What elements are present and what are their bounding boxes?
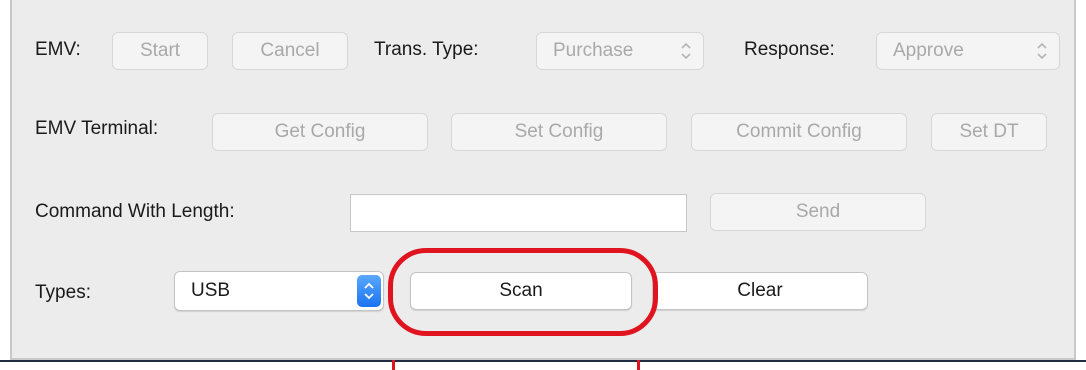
types-label: Types: [35,282,91,303]
blue-stepper-icon[interactable] [357,275,381,307]
trans-type-label: Trans. Type: [374,39,479,60]
emv-start-button[interactable]: Start [112,32,208,70]
trans-type-value: Purchase [553,40,634,61]
commit-config-button[interactable]: Commit Config [691,113,907,151]
set-dt-button[interactable]: Set DT [931,113,1047,151]
response-label: Response: [744,39,835,60]
emv-label: EMV: [35,39,81,60]
red-annotation-mark [637,360,640,370]
chevron-up-down-icon [681,42,691,60]
response-select[interactable]: Approve [876,32,1060,70]
set-config-button[interactable]: Set Config [451,113,667,151]
response-value: Approve [893,40,964,61]
types-selected-value: USB [191,280,231,301]
red-annotation-mark [392,360,395,370]
command-with-length-label: Command With Length: [35,201,235,222]
types-select[interactable]: USB [174,271,384,311]
chevron-up-down-icon [1037,42,1047,60]
clear-button[interactable]: Clear [652,272,868,310]
get-config-button[interactable]: Get Config [212,113,428,151]
emv-terminal-label: EMV Terminal: [35,118,159,139]
trans-type-select[interactable]: Purchase [536,32,704,70]
send-button[interactable]: Send [710,193,926,231]
command-input[interactable] [350,194,687,232]
scan-button[interactable]: Scan [410,272,632,310]
window-bottom-edge [0,360,1086,362]
emv-cancel-button[interactable]: Cancel [232,32,348,70]
